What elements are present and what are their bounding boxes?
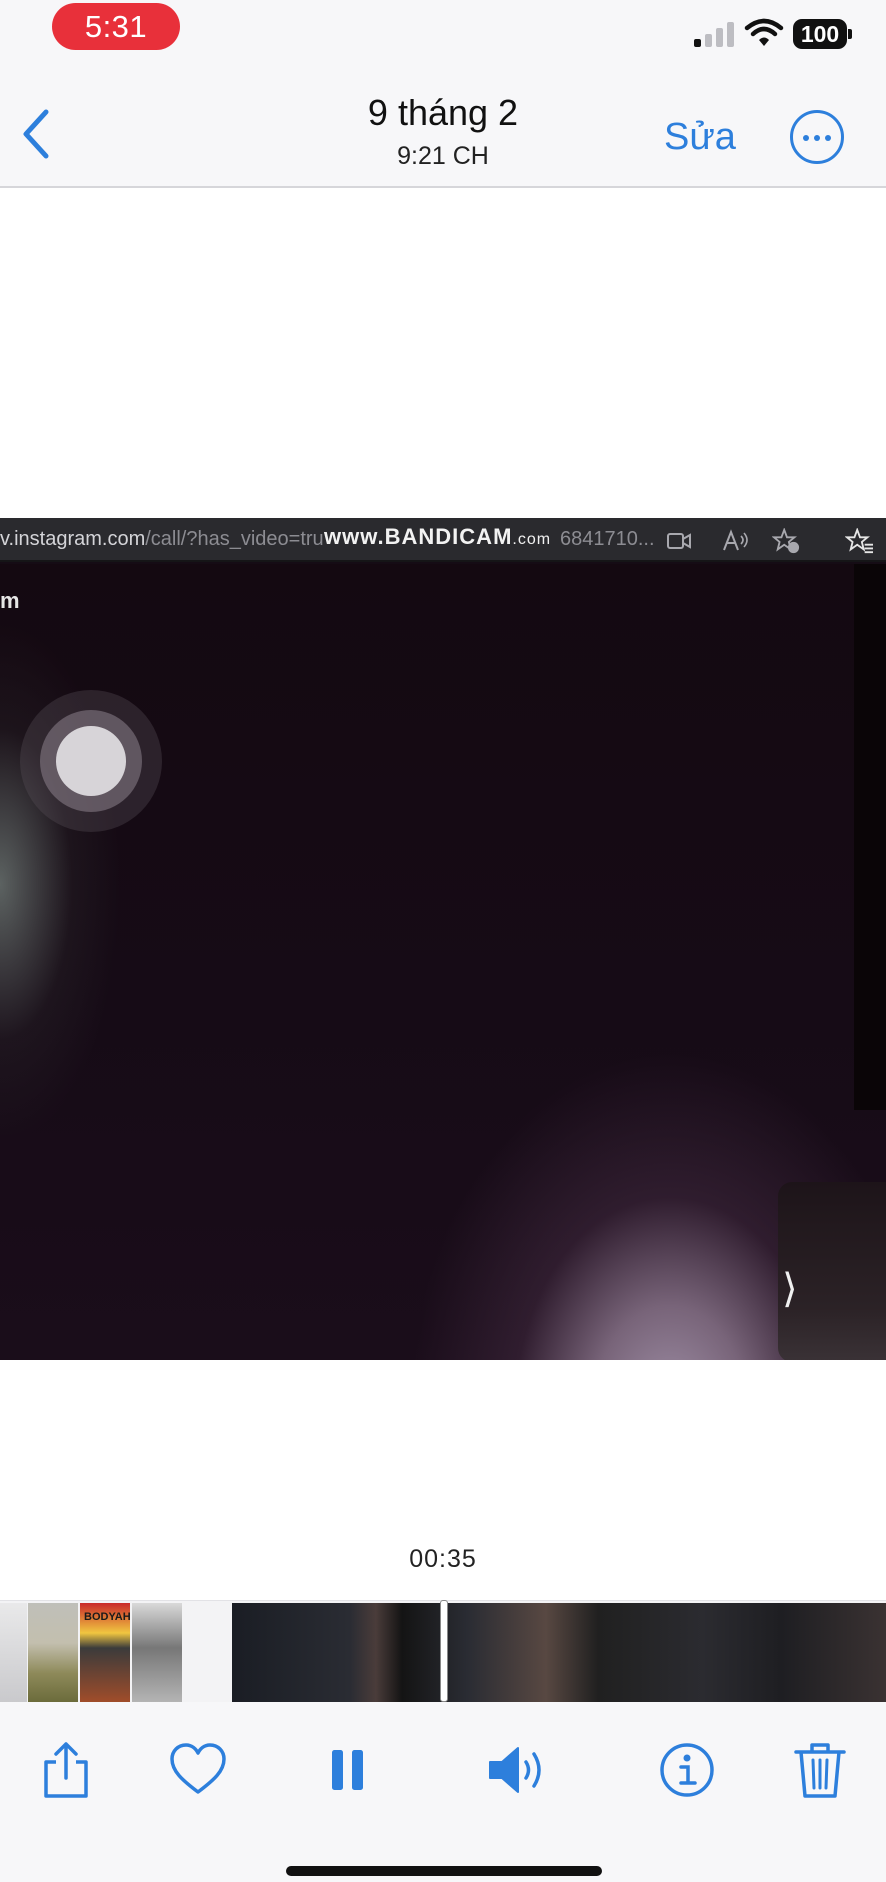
battery-icon: 100 — [793, 19, 853, 49]
recorded-browser-bar: v.instagram.com/call/?has_video=tru 6841… — [0, 518, 886, 562]
video-overlay-text: m — [0, 588, 20, 613]
pause-icon[interactable] — [318, 1740, 378, 1800]
page-subtitle: 9:21 CH — [397, 142, 489, 170]
edit-button[interactable]: Sửa — [664, 116, 736, 159]
favorites-icon — [845, 528, 873, 554]
heart-icon[interactable] — [168, 1740, 228, 1800]
photo-thumbnail[interactable] — [28, 1603, 78, 1703]
video-frames-strip[interactable] — [232, 1603, 886, 1703]
recorded-url: v.instagram.com/call/?has_video=tru — [0, 528, 324, 550]
ellipsis-circle-icon[interactable] — [790, 110, 844, 164]
speaker-icon[interactable] — [486, 1740, 550, 1800]
thumbnail-label: BODYAH — [84, 1611, 131, 1623]
read-aloud-icon — [723, 529, 748, 551]
assistive-touch-core — [56, 726, 126, 796]
video-camera-icon — [667, 533, 691, 549]
scrubber-playhead[interactable] — [440, 1600, 448, 1702]
navigation-bar: 9 tháng 2 9:21 CH Sửa — [0, 60, 886, 188]
page-title: 9 tháng 2 — [367, 92, 519, 133]
trash-icon[interactable] — [790, 1740, 850, 1800]
status-bar: 5:31 100 — [0, 0, 886, 60]
share-icon[interactable] — [36, 1740, 96, 1800]
info-icon[interactable] — [657, 1740, 717, 1800]
video-player[interactable]: v.instagram.com/call/?has_video=tru 6841… — [0, 518, 886, 1360]
wifi-icon — [744, 18, 784, 46]
status-time[interactable]: 5:31 — [52, 3, 180, 50]
photo-thumbnail[interactable] — [0, 1603, 27, 1703]
chevron-right-icon: ⟩ — [782, 1267, 798, 1311]
battery-level: 100 — [793, 19, 847, 49]
playback-timecode: 00:35 — [409, 1545, 477, 1573]
home-indicator[interactable] — [286, 1866, 602, 1876]
favorite-add-icon — [772, 528, 800, 554]
video-frame — [0, 564, 886, 1360]
bottom-toolbar — [0, 1702, 886, 1882]
bandicam-watermark: www.BANDICAM.com — [324, 524, 552, 549]
photo-thumbnail[interactable]: BODYAH — [80, 1603, 131, 1703]
photo-thumbnail[interactable] — [132, 1603, 182, 1703]
video-edge — [854, 564, 886, 1110]
recorded-url-tail: 6841710... — [560, 528, 655, 550]
cellular-signal-icon — [694, 22, 734, 47]
